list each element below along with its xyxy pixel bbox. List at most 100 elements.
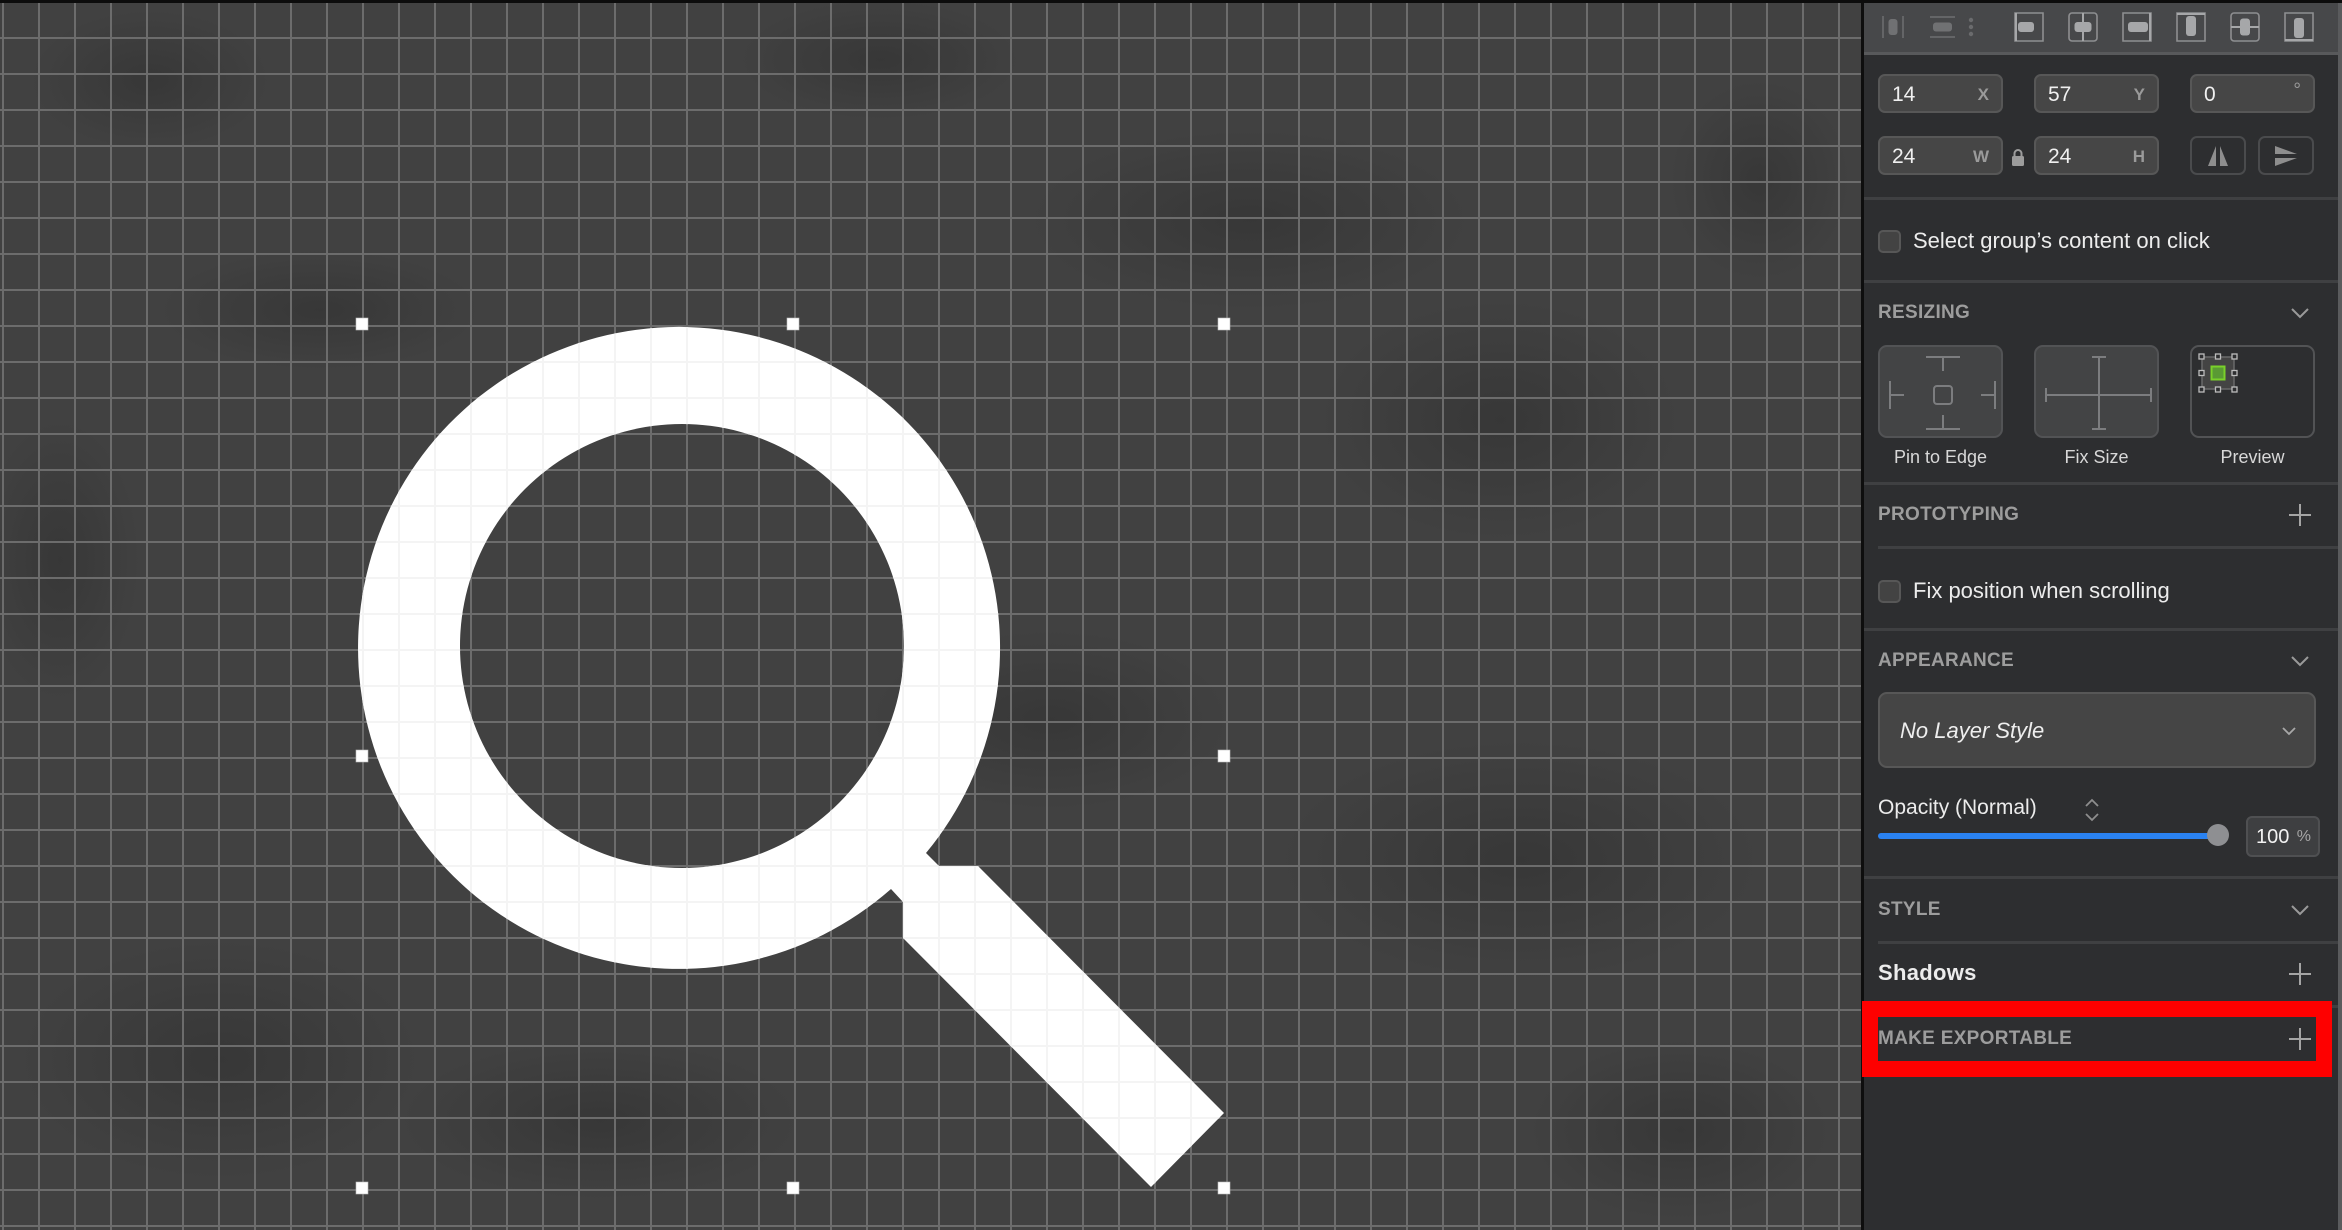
grid-line-horizontal: [0, 1189, 1861, 1191]
align-top-button[interactable]: [2176, 12, 2206, 42]
y-position-unit: Y: [2133, 85, 2145, 104]
grid-line-horizontal: [0, 433, 1861, 435]
align-left-button[interactable]: [2014, 12, 2044, 42]
resize-handle-top-center[interactable]: [786, 317, 800, 331]
fix-size-tile[interactable]: [2034, 345, 2159, 438]
up-down-chevron-icon: [2085, 798, 2099, 822]
x-position-field[interactable]: 14 X: [1878, 74, 2003, 113]
grid-line-horizontal: [0, 1117, 1861, 1119]
chevron-down-icon: [2291, 656, 2309, 667]
resize-preview-tile[interactable]: [2190, 345, 2315, 438]
distribute-horizontal-button[interactable]: [1878, 12, 1908, 42]
resizing-section-title[interactable]: RESIZING: [1878, 302, 1970, 324]
prototyping-section-title[interactable]: PROTOTYPING: [1878, 504, 2019, 526]
opacity-slider-thumb[interactable]: [2207, 824, 2229, 846]
grid-line-horizontal: [0, 325, 1861, 327]
fix-position-checkbox[interactable]: [1878, 579, 1901, 603]
fix-position-label: Fix position when scrolling: [1913, 578, 2170, 603]
width-value: 24: [1892, 145, 1916, 168]
align-top-icon: [2176, 12, 2206, 42]
canvas-artboard[interactable]: [0, 0, 1861, 1230]
section-divider: [1878, 546, 2338, 549]
width-unit: W: [1972, 147, 1989, 166]
fix-size-icon: [2045, 356, 2152, 430]
opacity-slider[interactable]: [1878, 824, 2229, 846]
resize-handle-bottom-right[interactable]: [1217, 1181, 1231, 1195]
pin-to-edge-tile[interactable]: [1878, 345, 2003, 438]
grid-line-horizontal: [0, 1045, 1861, 1047]
make-exportable-section-title[interactable]: MAKE EXPORTABLE: [1878, 1028, 2072, 1050]
align-vertical-center-button[interactable]: [2230, 12, 2260, 42]
grid-line-horizontal: [0, 109, 1861, 111]
resize-handle-top-left[interactable]: [355, 317, 369, 331]
more-options-button[interactable]: [1964, 12, 1978, 42]
style-section-title[interactable]: STYLE: [1878, 899, 1941, 921]
grid-line-horizontal: [0, 37, 1861, 39]
align-horizontal-center-button[interactable]: [2068, 12, 2098, 42]
lock-proportions-button[interactable]: [2011, 148, 2025, 166]
select-group-content-label: Select group’s content on click: [1913, 228, 2210, 253]
resize-handle-top-right[interactable]: [1217, 317, 1231, 331]
grid-line-horizontal: [0, 217, 1861, 219]
style-collapse-button[interactable]: [2288, 898, 2312, 922]
resizing-collapse-button[interactable]: [2288, 301, 2312, 325]
grid-line-horizontal: [0, 73, 1861, 75]
rotation-field[interactable]: 0 °: [2190, 74, 2315, 113]
section-divider: [1878, 1005, 2338, 1008]
blend-mode-stepper[interactable]: [2084, 797, 2100, 823]
section-divider: [1864, 876, 2338, 879]
flip-horizontal-icon: [2208, 146, 2228, 166]
resize-handle-bottom-left[interactable]: [355, 1181, 369, 1195]
design-canvas[interactable]: [0, 0, 1861, 1230]
plus-icon: [2289, 963, 2311, 985]
grid-line-horizontal: [0, 1081, 1861, 1083]
select-group-content-option[interactable]: Select group’s content on click: [1878, 228, 2210, 254]
y-position-field[interactable]: 57 Y: [2034, 74, 2159, 113]
select-group-content-checkbox[interactable]: [1878, 229, 1901, 253]
grid-line-horizontal: [0, 181, 1861, 183]
grid-line-horizontal: [0, 361, 1861, 363]
make-exportable-add-button[interactable]: [2288, 1027, 2312, 1051]
align-bottom-button[interactable]: [2284, 12, 2314, 42]
inspector-scrollbar[interactable]: [2338, 0, 2342, 1230]
flip-vertical-icon: [2275, 146, 2297, 166]
prototyping-add-button[interactable]: [2288, 503, 2312, 527]
more-vertical-icon: [1968, 17, 1974, 37]
y-position-value: 57: [2048, 83, 2072, 106]
grid-line-horizontal: [0, 145, 1861, 147]
chevron-down-icon: [2282, 727, 2296, 736]
shadows-section-title[interactable]: Shadows: [1878, 960, 1977, 986]
height-unit: H: [2132, 147, 2145, 166]
resize-handle-middle-right[interactable]: [1217, 749, 1231, 763]
align-right-button[interactable]: [2122, 12, 2152, 42]
height-value: 24: [2048, 145, 2072, 168]
resize-handle-bottom-center[interactable]: [786, 1181, 800, 1195]
grid-line-horizontal: [0, 1153, 1861, 1155]
appearance-section-title[interactable]: APPEARANCE: [1878, 650, 2014, 672]
flip-horizontal-button[interactable]: [2190, 136, 2246, 175]
section-divider: [1864, 628, 2338, 631]
grid-line-horizontal: [0, 289, 1861, 291]
layer-style-dropdown[interactable]: No Layer Style: [1878, 692, 2316, 768]
pin-to-edge-label: Pin to Edge: [1893, 447, 1988, 467]
resize-preview-label: Preview: [2220, 447, 2285, 467]
section-divider: [1864, 280, 2338, 283]
fix-position-option[interactable]: Fix position when scrolling: [1878, 578, 2170, 604]
rotation-unit: °: [2293, 80, 2301, 101]
distribute-vertical-button[interactable]: [1927, 12, 1957, 42]
align-left-icon: [2014, 12, 2044, 42]
opacity-unit: %: [2296, 828, 2311, 845]
chevron-down-icon: [2291, 308, 2309, 319]
resize-handle-middle-left[interactable]: [355, 749, 369, 763]
shadows-add-button[interactable]: [2288, 962, 2312, 986]
flip-vertical-button[interactable]: [2258, 136, 2314, 175]
grid-line-horizontal: [0, 253, 1861, 255]
grid-line-horizontal: [0, 973, 1861, 975]
opacity-field[interactable]: 100 %: [2246, 816, 2320, 857]
width-field[interactable]: 24 W: [1878, 136, 2003, 175]
opacity-value: 100: [2256, 826, 2290, 848]
distribute-vertical-icon: [1930, 16, 1955, 38]
section-divider: [1878, 941, 2338, 944]
appearance-collapse-button[interactable]: [2288, 649, 2312, 673]
height-field[interactable]: 24 H: [2034, 136, 2159, 175]
